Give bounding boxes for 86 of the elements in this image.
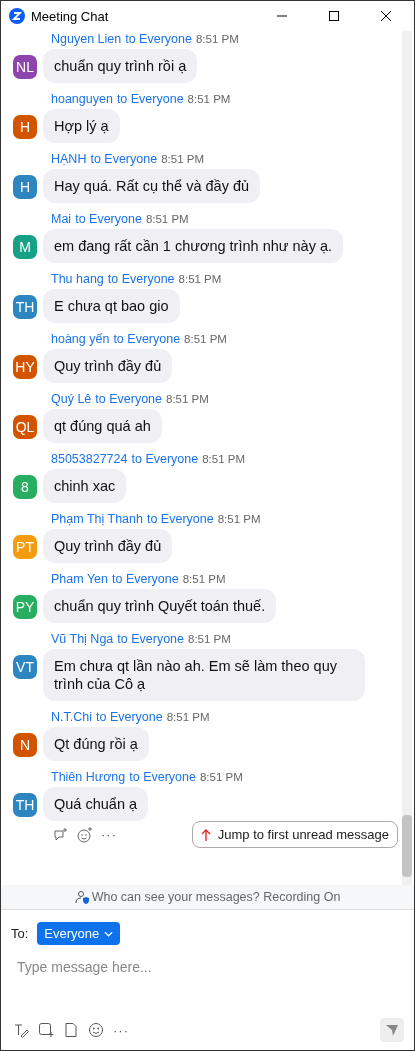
scrollbar-thumb[interactable] bbox=[402, 815, 412, 877]
sender-name[interactable]: Quý Lê bbox=[51, 391, 92, 407]
recipient-label: to Everyone bbox=[90, 151, 158, 167]
sender-name[interactable]: 85053827724 bbox=[51, 451, 128, 467]
jump-to-unread-button[interactable]: Jump to first unread message bbox=[191, 821, 398, 848]
person-shield-icon bbox=[74, 890, 89, 904]
message-time: 8:51 PM bbox=[195, 32, 239, 47]
message-bubble: Hợp lý ạ bbox=[43, 109, 120, 143]
avatar: TH bbox=[13, 295, 37, 319]
sender-name[interactable]: N.T.Chi bbox=[51, 709, 92, 725]
avatar: 8 bbox=[13, 475, 37, 499]
recipient-label: to Everyone bbox=[129, 769, 196, 785]
send-icon bbox=[385, 1023, 399, 1037]
send-button[interactable] bbox=[380, 1018, 404, 1042]
message-time: 8:51 PM bbox=[217, 512, 261, 527]
recipient-label: to Everyone bbox=[125, 31, 192, 47]
avatar: VT bbox=[13, 655, 37, 679]
message-bubble: qt đúng quá ah bbox=[43, 409, 162, 443]
message-time: 8:51 PM bbox=[184, 332, 227, 347]
message-time: 8:51 PM bbox=[199, 770, 243, 785]
sender-name[interactable]: Nguyen Lien bbox=[51, 31, 122, 47]
reply-icon[interactable] bbox=[53, 826, 69, 843]
message-time: 8:51 PM bbox=[187, 92, 231, 107]
sender-name[interactable]: hoàng yến bbox=[51, 331, 110, 347]
message-time: 8:51 PM bbox=[166, 710, 210, 725]
avatar: N bbox=[13, 733, 37, 757]
avatar: QL bbox=[13, 415, 37, 439]
message-time: 8:51 PM bbox=[178, 272, 222, 287]
to-label: To: bbox=[11, 926, 29, 941]
message-bubble: Qt đúng rồi ạ bbox=[43, 727, 149, 761]
add-reaction-icon[interactable] bbox=[77, 826, 93, 843]
sender-name[interactable]: Thiên Hương bbox=[51, 769, 126, 785]
avatar: M bbox=[13, 235, 37, 259]
app-logo-icon bbox=[9, 8, 25, 24]
sender-name[interactable]: HẠNH bbox=[51, 151, 87, 167]
recipient-label: to Everyone bbox=[75, 211, 142, 227]
window-title: Meeting Chat bbox=[31, 8, 109, 24]
message-bubble: em đang rất cần 1 chương trình như này ạ. bbox=[43, 229, 343, 263]
more-button[interactable]: ··· bbox=[113, 1022, 129, 1038]
emoji-icon[interactable] bbox=[88, 1022, 104, 1038]
recipient-label: to Everyone bbox=[95, 391, 163, 407]
more-button[interactable]: ··· bbox=[101, 827, 117, 842]
sender-name[interactable]: hoanguyen bbox=[51, 91, 113, 107]
message-bubble: Hay quá. Rất cụ thể và đầy đủ bbox=[43, 169, 261, 203]
message-bubble: chuẩn quy trình rồi ạ bbox=[43, 49, 198, 83]
recipient-label: to Everyone bbox=[113, 331, 181, 347]
recipient-label: to Everyone bbox=[96, 709, 163, 725]
message-time: 8:51 PM bbox=[161, 152, 204, 167]
message-bubble: E chưa qt bao gio bbox=[43, 289, 180, 323]
sender-name[interactable]: Thu hang bbox=[51, 271, 104, 287]
sender-name[interactable]: Pham Yen bbox=[51, 571, 108, 587]
message-time: 8:51 PM bbox=[202, 452, 246, 467]
recipient-label: to Everyone bbox=[131, 451, 199, 467]
message-time: 8:51 PM bbox=[145, 212, 189, 227]
recipient-label: to Everyone bbox=[116, 91, 184, 107]
recipient-label: to Everyone bbox=[112, 571, 179, 587]
file-icon[interactable] bbox=[63, 1022, 79, 1038]
chevron-down-icon bbox=[104, 930, 114, 937]
recipient-label: to Everyone bbox=[107, 271, 175, 287]
message-time: 8:51 PM bbox=[166, 392, 209, 407]
sender-name[interactable]: Mai bbox=[51, 211, 72, 227]
recipient-dropdown[interactable]: Everyone bbox=[37, 922, 121, 945]
recipient-label: to Everyone bbox=[146, 511, 214, 527]
maximize-icon[interactable] bbox=[328, 10, 340, 22]
screenshot-icon[interactable] bbox=[38, 1022, 54, 1038]
message-bubble: Quá chuẩn ạ bbox=[43, 787, 149, 821]
message-bubble: chinh xac bbox=[43, 469, 127, 503]
avatar: NL bbox=[13, 55, 37, 79]
arrow-up-icon bbox=[200, 827, 211, 842]
avatar: H bbox=[13, 175, 37, 199]
message-bubble: chuẩn quy trình Quyết toán thuế. bbox=[43, 589, 277, 623]
message-time: 8:51 PM bbox=[182, 572, 226, 587]
avatar: PY bbox=[13, 595, 37, 619]
close-icon[interactable] bbox=[380, 10, 392, 22]
sender-name[interactable]: Phạm Thị Thanh bbox=[51, 511, 143, 527]
message-bubble: Quy trình đầy đủ bbox=[43, 349, 173, 383]
message-bubble: Em chưa qt lần nào ah. Em sẽ làm theo quy trình của Cô ạ bbox=[43, 649, 365, 701]
recipient-label: to Everyone bbox=[117, 631, 185, 647]
text-format-icon[interactable] bbox=[13, 1022, 29, 1038]
avatar: HY bbox=[13, 355, 37, 379]
message-bubble: Quy trình đầy đủ bbox=[43, 529, 173, 563]
message-time: 8:51 PM bbox=[188, 632, 231, 647]
avatar: PT bbox=[13, 535, 37, 559]
sender-name[interactable]: Vũ Thị Nga bbox=[51, 631, 114, 647]
avatar: H bbox=[13, 115, 37, 139]
avatar: TH bbox=[13, 793, 37, 817]
